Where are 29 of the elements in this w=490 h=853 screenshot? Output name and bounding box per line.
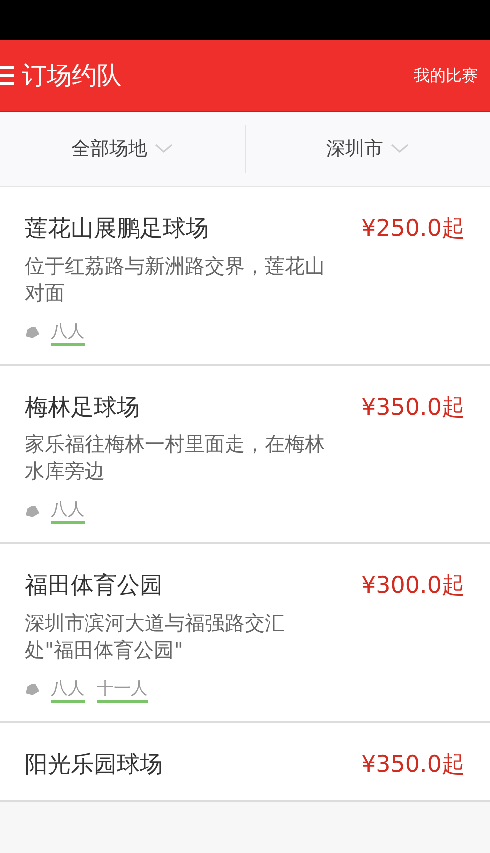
- venue-name: 福田体育公园: [25, 572, 163, 601]
- filter-dropdown[interactable]: 全部场地: [0, 134, 244, 164]
- venue-address: 深圳市滨河大道与福强路交汇处"福田体育公园": [25, 610, 286, 664]
- venue-price: ¥300.0起: [362, 572, 465, 601]
- filter-dropdown[interactable]: 深圳市: [246, 134, 490, 164]
- venue-card[interactable]: 梅林足球场 ¥350.0起 家乐福往梅林一村里面走，在梅林水库旁边 八人: [0, 366, 490, 544]
- venue-name: 梅林足球场: [25, 394, 140, 422]
- chevron-down-icon: [391, 144, 410, 154]
- my-matches-link[interactable]: 我的比赛: [414, 64, 478, 88]
- player-count-tag: 八人: [51, 499, 85, 524]
- venue-address: 位于红荔路与新洲路交界，莲花山对面: [25, 252, 326, 306]
- venue-name: 莲花山展鹏足球场: [25, 215, 209, 244]
- venue-name: 阳光乐园球场: [25, 750, 163, 780]
- player-count-tag: 八人: [51, 678, 85, 702]
- venue-card[interactable]: 莲花山展鹏足球场 ¥250.0起 位于红荔路与新洲路交界，莲花山对面 八人: [0, 187, 490, 366]
- venue-price: ¥350.0起: [362, 750, 465, 780]
- venue-card[interactable]: 阳光乐园球场 ¥350.0起: [0, 722, 490, 802]
- player-count-tag: 十一人: [97, 678, 148, 702]
- venue-address: 家乐福往梅林一村里面走，在梅林水库旁边: [25, 431, 326, 485]
- menu-icon[interactable]: [0, 66, 14, 86]
- tag-icon: [25, 506, 39, 518]
- player-count-tag: 八人: [51, 320, 85, 346]
- venue-card[interactable]: 福田体育公园 ¥300.0起 深圳市滨河大道与福强路交汇处"福田体育公园" 八人 十一人: [0, 544, 490, 722]
- page-title: 订场约队: [22, 60, 122, 92]
- chevron-down-icon: [155, 144, 174, 154]
- tag-icon: [25, 327, 39, 339]
- tag-icon: [25, 684, 39, 696]
- venue-price: ¥250.0起: [362, 215, 465, 244]
- venue-price: ¥350.0起: [362, 394, 465, 422]
